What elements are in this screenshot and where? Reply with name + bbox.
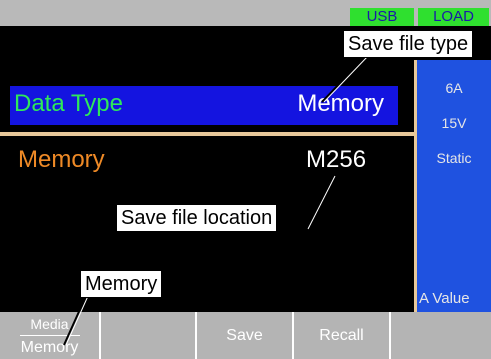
save-file-location-leader [305,175,334,230]
memory-callout-leader-shade [65,295,89,346]
save-file-location-callout: Save file location [116,204,278,232]
save-file-location-leader-shade [307,175,336,230]
memory-callout-leader [63,295,87,346]
memory-callout: Memory [80,270,163,298]
save-file-type-leader [321,55,367,103]
save-file-type-callout: Save file type [343,30,474,58]
save-file-type-leader-shade [323,55,369,103]
